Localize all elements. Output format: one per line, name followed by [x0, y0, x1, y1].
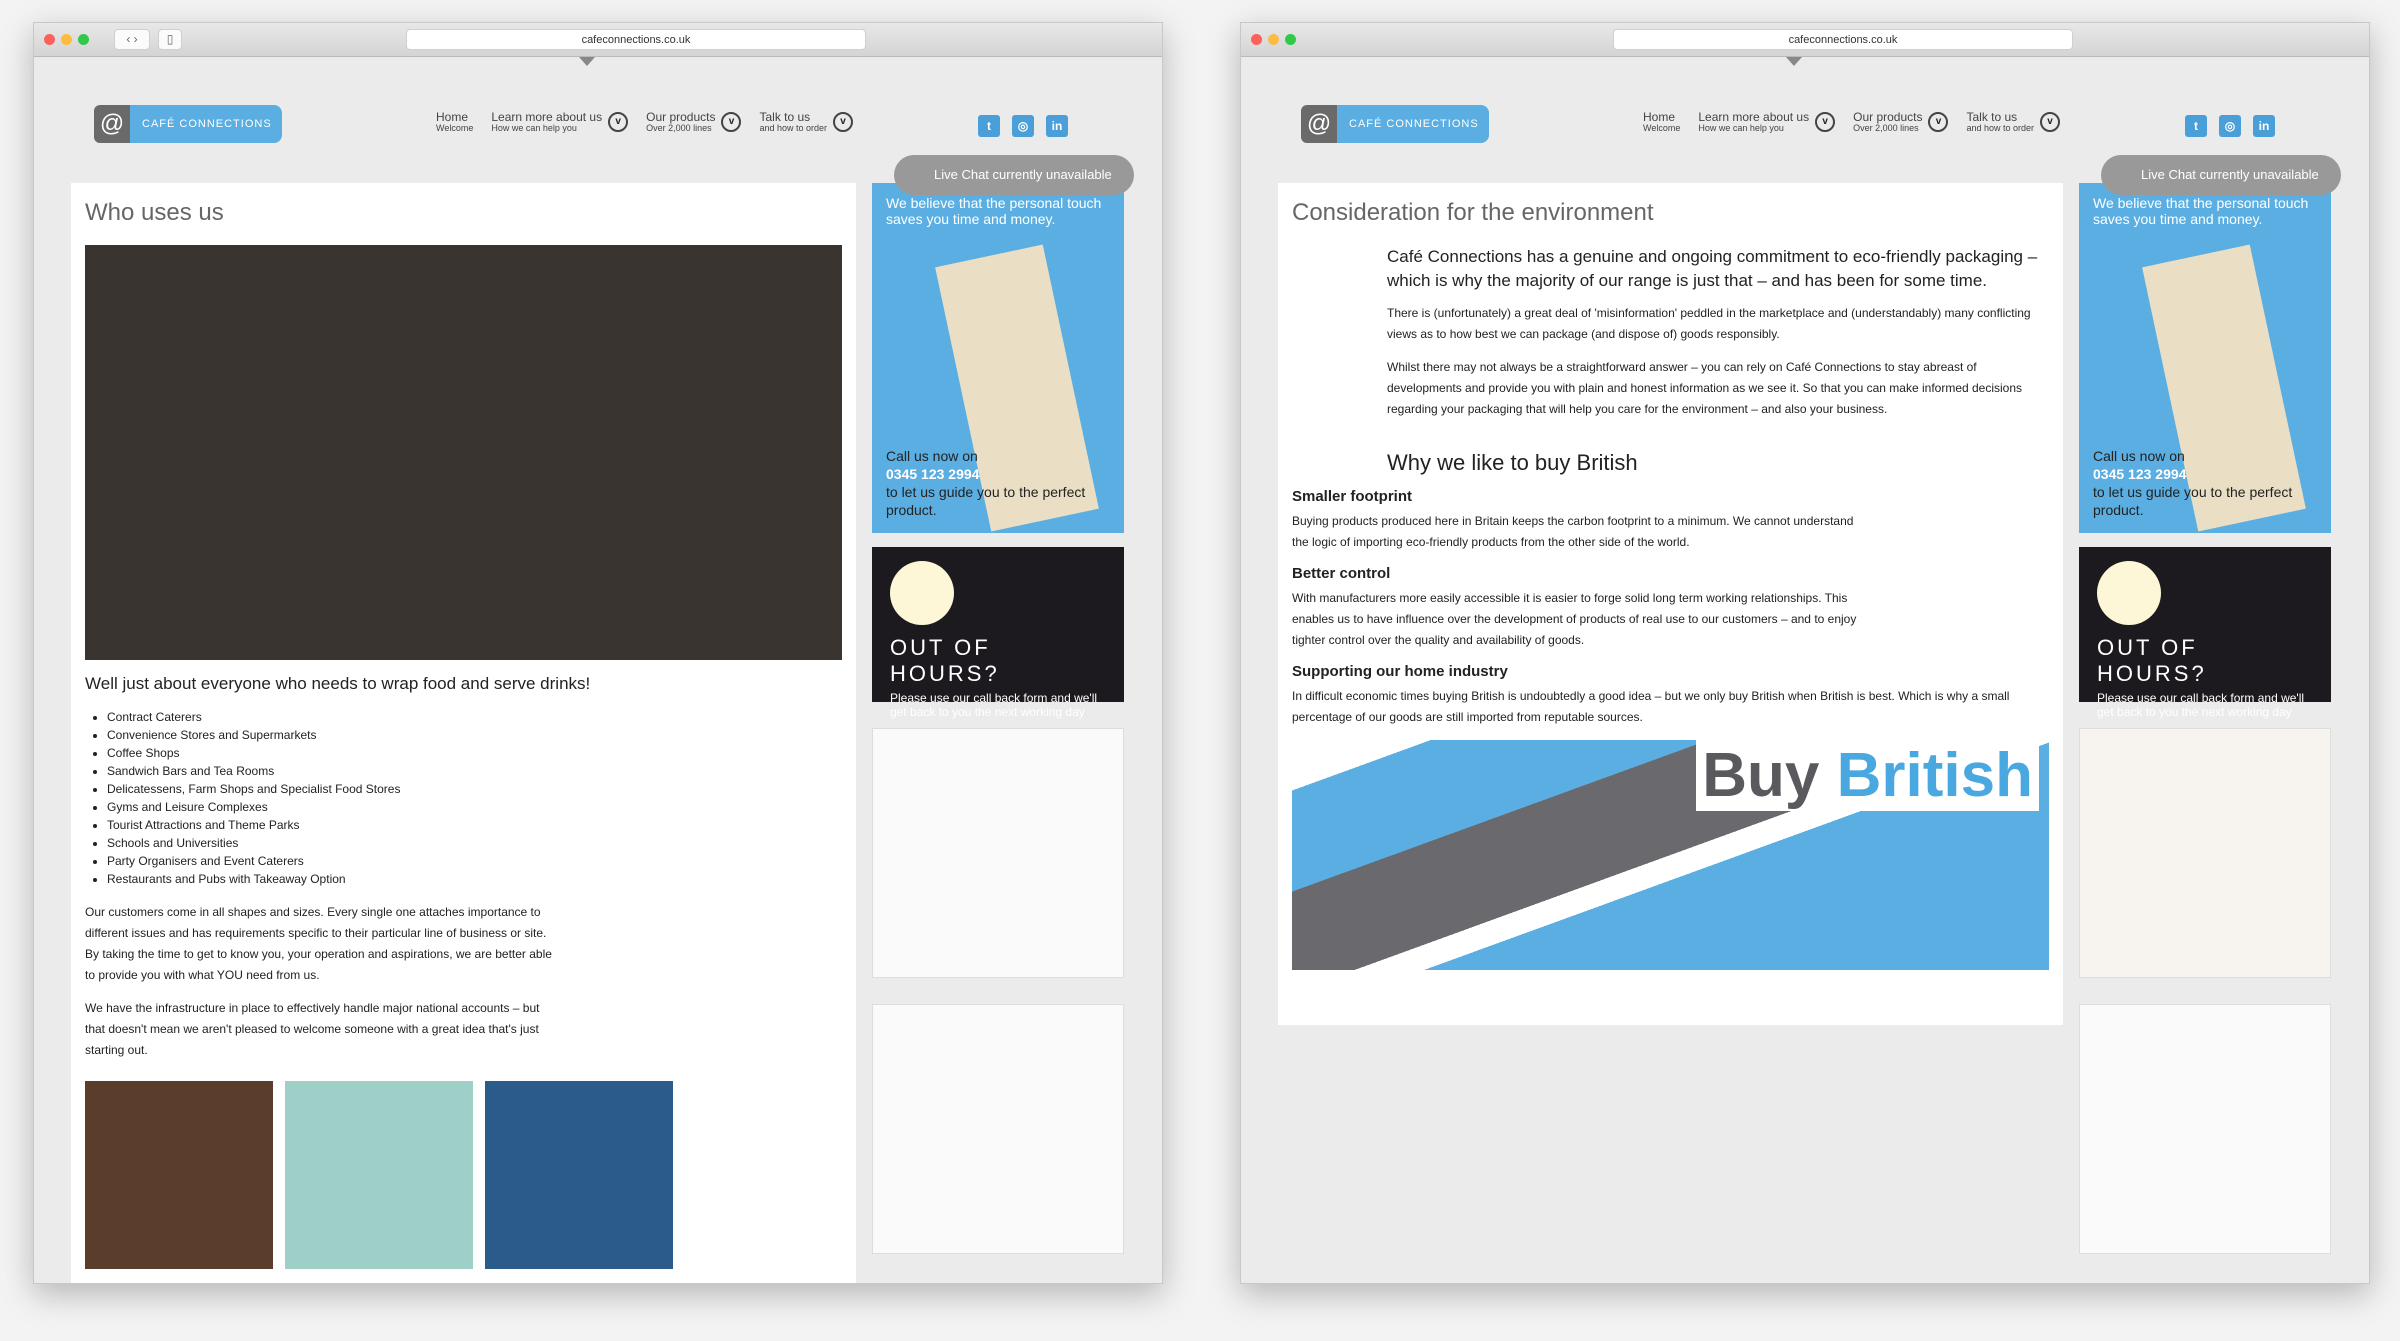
address-bar[interactable]: cafeconnections.co.uk: [406, 29, 866, 50]
paragraph: In difficult economic times buying Briti…: [1292, 689, 2010, 724]
content: Who uses us Well just about everyone who…: [71, 183, 856, 1283]
out-of-hours-promo[interactable]: OUT OF HOURS? Please use our call back fo…: [2079, 547, 2331, 719]
nav-talk[interactable]: Talk to us and how to order v: [759, 111, 854, 133]
section-heading: Why we like to buy British: [1387, 450, 1638, 475]
paragraph: Our customers come in all shapes and siz…: [85, 905, 552, 982]
nav-products[interactable]: Our products Over 2,000 lines v: [1853, 111, 1949, 133]
lead-text: Well just about everyone who needs to wr…: [85, 674, 591, 693]
minimize-button[interactable]: [1268, 34, 1279, 45]
logo[interactable]: @ CAFÉ CONNECTIONS: [94, 105, 282, 143]
sidebar: We believe that the personal touch saves…: [2079, 183, 2331, 1254]
instagram-icon[interactable]: ◎: [2219, 115, 2241, 137]
sidebar-icon[interactable]: ▯: [158, 29, 182, 50]
paragraph: There is (unfortunately) a great deal of…: [1387, 306, 2031, 341]
buy-british-banner: Buy British: [1292, 740, 2049, 970]
close-button[interactable]: [1251, 34, 1262, 45]
contact-promo[interactable]: We believe that the personal touch saves…: [872, 183, 1124, 533]
browser-window-right: cafeconnections.co.uk @ CAFÉ CONNECTIONS …: [1240, 22, 2370, 1284]
product-image-cups: [2079, 1004, 2331, 1254]
linkedin-icon[interactable]: in: [2253, 115, 2275, 137]
photo-healthcare: [285, 1081, 473, 1269]
lead-text: Café Connections has a genuine and ongoi…: [1387, 247, 2038, 290]
linkedin-icon[interactable]: in: [1046, 115, 1068, 137]
out-of-hours-promo[interactable]: OUT OF HOURS? Please use our call back fo…: [872, 547, 1124, 719]
browser-window-left: ‹ › ▯ cafeconnections.co.uk @ CAFÉ CONNEC…: [33, 22, 1163, 1284]
twitter-icon[interactable]: t: [978, 115, 1000, 137]
address-bar[interactable]: cafeconnections.co.uk: [1613, 29, 2073, 50]
paragraph: Whilst there may not always be a straigh…: [1387, 360, 2023, 416]
nav-about[interactable]: Learn more about us How we can help you v: [491, 111, 629, 133]
product-image-cups: [872, 1004, 1124, 1254]
chevron-down-icon: v: [2040, 112, 2061, 132]
zoom-button[interactable]: [1285, 34, 1296, 45]
subheading: Supporting our home industry: [1292, 663, 1508, 680]
nav-home[interactable]: Home Welcome: [1643, 111, 1680, 133]
chevron-down-icon: v: [608, 112, 629, 132]
customer-list: Contract CaterersConvenience Stores and …: [107, 708, 842, 888]
photo-restaurant: [85, 1081, 273, 1269]
subheading: Better control: [1292, 565, 1391, 582]
back-forward-buttons[interactable]: ‹ ›: [114, 29, 150, 50]
live-chat-button[interactable]: Live Chat currently unavailable: [894, 155, 1134, 195]
sidebar: We believe that the personal touch saves…: [872, 183, 1124, 1254]
nav-talk[interactable]: Talk to us and how to order v: [1966, 111, 2061, 133]
paragraph: We have the infrastructure in place to e…: [85, 1001, 540, 1057]
live-chat-button[interactable]: Live Chat currently unavailable: [2101, 155, 2341, 195]
toolbar: ‹ › ▯ cafeconnections.co.uk: [34, 23, 1162, 57]
cafe-photo: [85, 245, 842, 660]
paragraph: Buying products produced here in Britain…: [1292, 514, 1854, 549]
nav-home[interactable]: Home Welcome: [436, 111, 473, 133]
chevron-down-icon: v: [1815, 112, 1836, 132]
photo-coffee: [485, 1081, 673, 1269]
instagram-icon[interactable]: ◎: [1012, 115, 1034, 137]
contact-promo[interactable]: We believe that the personal touch saves…: [2079, 183, 2331, 533]
logo[interactable]: @ CAFÉ CONNECTIONS: [1301, 105, 1489, 143]
moon-icon: [2097, 561, 2161, 625]
content: Consideration for the environment Café C…: [1278, 183, 2063, 1025]
nav-about[interactable]: Learn more about us How we can help you v: [1698, 111, 1836, 133]
product-image-bag: [2079, 728, 2331, 978]
chevron-down-icon: v: [1928, 112, 1949, 132]
chevron-down-icon: v: [833, 112, 854, 132]
zoom-button[interactable]: [78, 34, 89, 45]
twitter-icon[interactable]: t: [2185, 115, 2207, 137]
moon-icon: [890, 561, 954, 625]
nav-products[interactable]: Our products Over 2,000 lines v: [646, 111, 742, 133]
minimize-button[interactable]: [61, 34, 72, 45]
product-image-box: [872, 728, 1124, 978]
close-button[interactable]: [44, 34, 55, 45]
chevron-down-icon: v: [721, 112, 742, 132]
paragraph: With manufacturers more easily accessibl…: [1292, 591, 1857, 647]
subheading: Smaller footprint: [1292, 488, 1413, 505]
page-title: Consideration for the environment: [1292, 199, 1654, 226]
page-title: Who uses us: [85, 199, 224, 226]
